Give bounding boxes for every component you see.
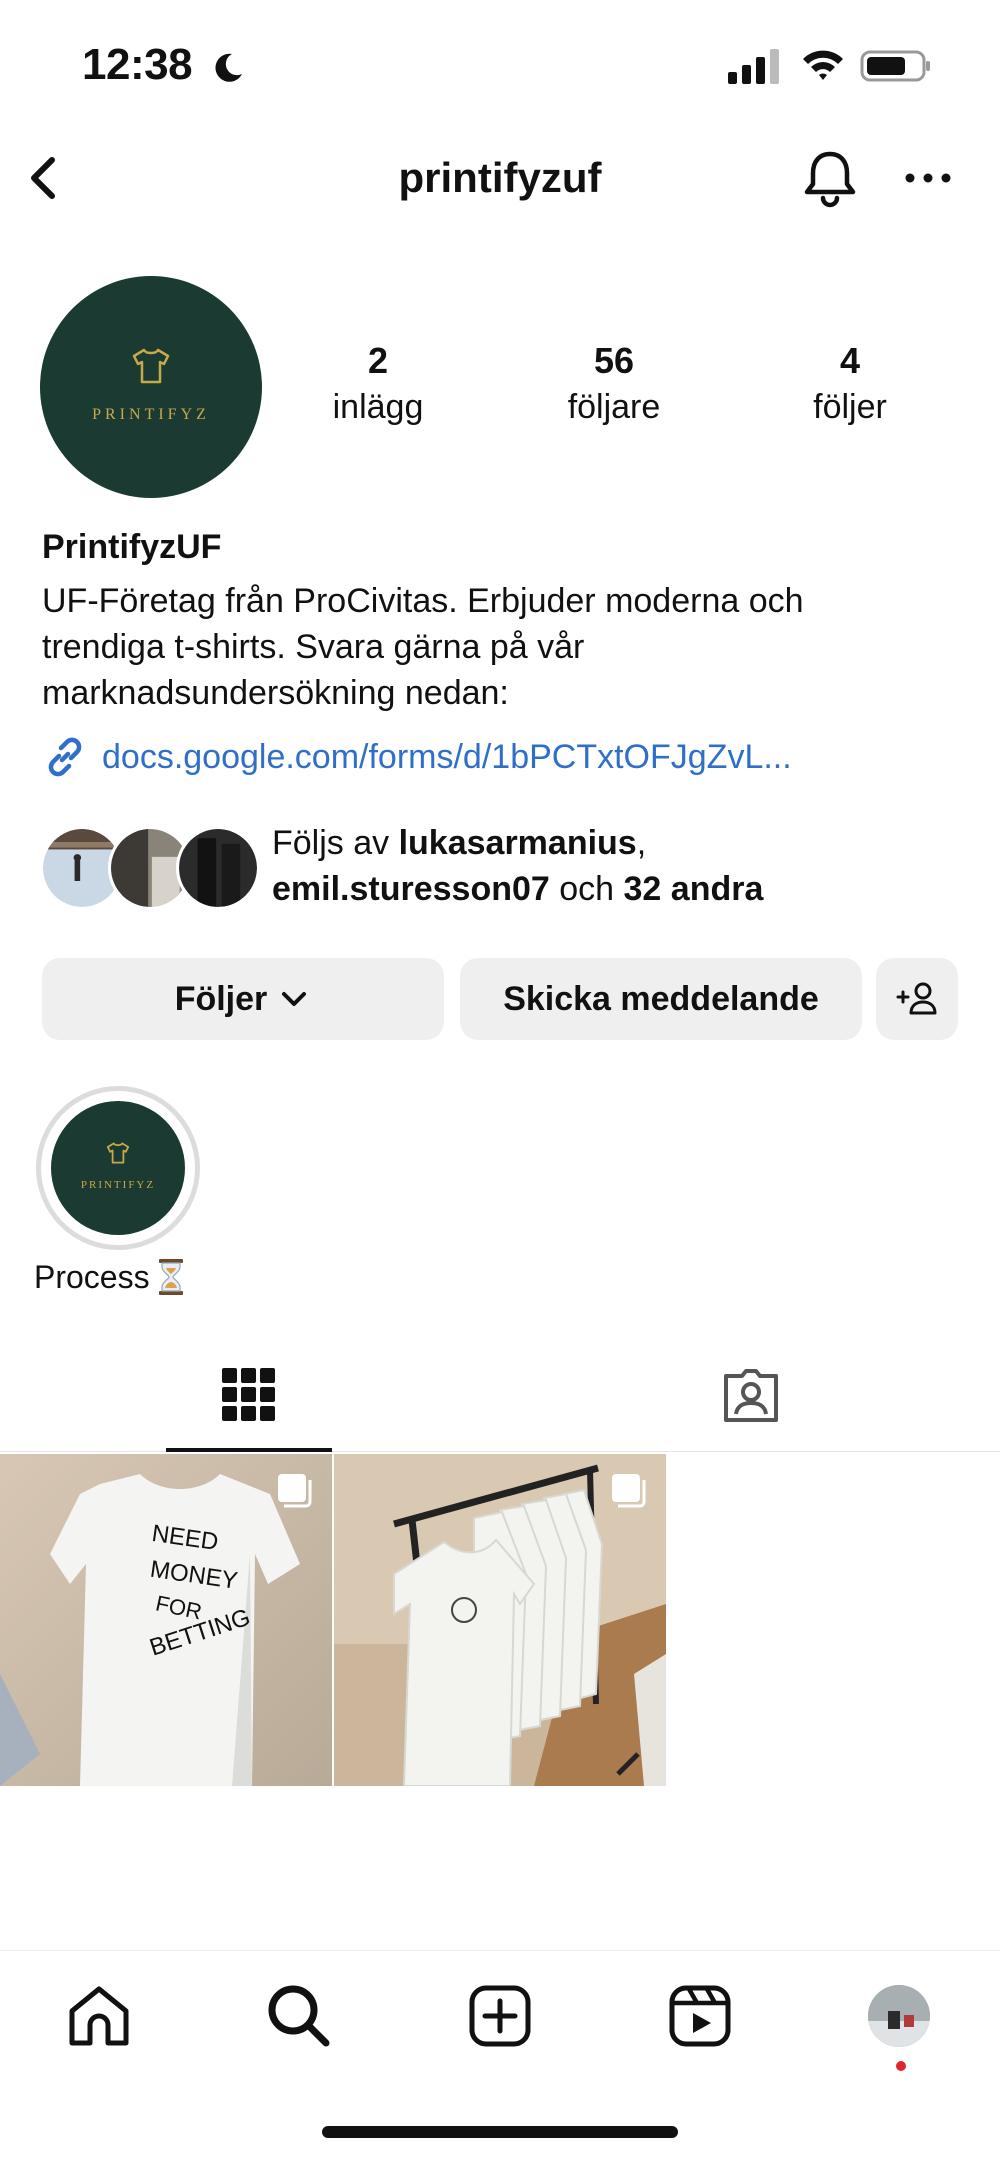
posts-count-label: inlägg xyxy=(332,388,424,426)
following-count-label: följer xyxy=(813,388,887,426)
tshirt-logo-icon xyxy=(106,1142,130,1164)
profile-header: printifyzuf xyxy=(0,130,1000,230)
link-icon xyxy=(48,737,82,777)
home-indicator[interactable] xyxy=(322,2126,678,2138)
tab-tagged[interactable] xyxy=(666,1336,832,1452)
story-highlight-process[interactable]: PRINTIFYZ xyxy=(36,1086,200,1250)
send-message-button[interactable]: Skicka meddelande xyxy=(460,958,862,1040)
status-bar: 12:38 xyxy=(0,0,1000,130)
multiple-photos-icon xyxy=(278,1474,312,1508)
separator: , xyxy=(636,824,647,862)
followed-by-text[interactable]: Följs av lukasarmanius, emil.sturesson07… xyxy=(272,820,763,912)
reels-icon[interactable] xyxy=(665,1981,735,2051)
notification-bell-icon[interactable] xyxy=(800,146,860,210)
bio-link-text[interactable]: docs.google.com/forms/d/1bPCTxtOFJgZvL..… xyxy=(102,738,792,777)
new-post-icon[interactable] xyxy=(465,1981,535,2051)
following-button[interactable]: Följer xyxy=(42,958,444,1040)
highlight-label-text: Process xyxy=(34,1259,150,1295)
notification-dot xyxy=(896,2061,906,2071)
followers-count-value: 56 xyxy=(593,340,635,381)
post-thumbnail[interactable] xyxy=(334,1454,666,1786)
follower-avatar xyxy=(176,826,260,910)
following-button-label: Följer xyxy=(174,979,268,1018)
moon-icon xyxy=(215,53,242,82)
following-count[interactable]: 4 följer xyxy=(750,340,950,427)
post-thumbnail[interactable]: NEED MONEY FOR BETTING xyxy=(0,1454,332,1786)
user-avatar-image xyxy=(868,1985,930,2047)
followers-count-label: följare xyxy=(567,388,661,426)
posts-count[interactable]: 2 inlägg xyxy=(278,340,478,427)
tshirt-logo-icon xyxy=(132,348,170,384)
posts-count-value: 2 xyxy=(367,340,389,381)
add-person-button[interactable] xyxy=(876,958,958,1040)
profile-bio: UF-Företag från ProCivitas. Erbjuder mod… xyxy=(42,578,962,716)
profile-name: PrintifyzUF xyxy=(42,528,222,566)
multiple-photos-icon xyxy=(612,1474,646,1508)
following-count-value: 4 xyxy=(839,340,861,381)
tagged-person-icon xyxy=(724,1369,778,1422)
mutual-follower-1: lukasarmanius xyxy=(398,824,637,862)
bio-line: marknadsundersökning nedan: xyxy=(42,674,509,712)
mutual-followers-others: 32 andra xyxy=(623,870,764,908)
add-person-icon xyxy=(896,982,937,1015)
bio-line: trendiga t-shirts. Svara gärna på vår xyxy=(42,628,585,666)
mutual-followers-avatars[interactable] xyxy=(40,826,260,910)
grid-icon xyxy=(222,1368,275,1421)
cellular-signal-icon xyxy=(728,49,779,84)
status-time: 12:38 xyxy=(82,40,193,89)
followed-by-prefix: Följs av xyxy=(272,824,399,862)
mutual-follower-2: emil.sturesson07 xyxy=(272,870,550,908)
highlight-label[interactable]: Process xyxy=(34,1258,186,1296)
search-icon[interactable] xyxy=(264,1981,334,2051)
highlight-cover: PRINTIFYZ xyxy=(51,1101,185,1235)
battery-icon xyxy=(860,50,930,82)
avatar-brand-text: PRINTIFYZ xyxy=(92,406,210,423)
bio-line: UF-Företag från ProCivitas. Erbjuder mod… xyxy=(42,582,804,620)
followed-by-conjunction: och xyxy=(549,870,624,908)
followers-count[interactable]: 56 följare xyxy=(514,340,714,427)
hourglass-icon xyxy=(158,1259,183,1295)
profile-avatar[interactable]: PRINTIFYZ xyxy=(40,276,262,498)
tab-posts-grid[interactable] xyxy=(166,1336,332,1452)
wifi-icon xyxy=(803,50,843,80)
more-options-icon[interactable] xyxy=(898,160,958,196)
profile-tab-avatar[interactable] xyxy=(868,1985,930,2047)
bio-link[interactable]: docs.google.com/forms/d/1bPCTxtOFJgZvL..… xyxy=(42,732,792,782)
highlight-brand-text: PRINTIFYZ xyxy=(80,1179,156,1191)
profile-tabs xyxy=(0,1336,1000,1452)
chevron-down-icon xyxy=(282,992,307,1006)
home-icon[interactable] xyxy=(64,1981,134,2051)
send-message-label: Skicka meddelande xyxy=(503,979,819,1018)
